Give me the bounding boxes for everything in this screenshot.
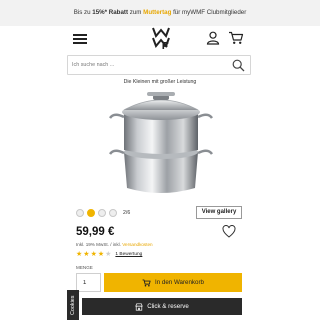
- tax-info: Inkl. 19% MwSt. / inkl. Versandkosten: [76, 242, 153, 247]
- promo-middle: zum: [128, 9, 144, 16]
- star-empty-icon: ★: [105, 251, 112, 258]
- promo-occasion: Muttertag: [143, 9, 172, 16]
- cart-icon[interactable]: [228, 31, 244, 45]
- star-icon: ★: [76, 251, 83, 258]
- promo-suffix: für myWMF Clubmitglieder: [171, 9, 247, 16]
- quantity-field[interactable]: [76, 273, 101, 292]
- color-swatch-selected[interactable]: [87, 209, 95, 217]
- hamburger-icon[interactable]: [73, 34, 87, 44]
- search-input[interactable]: [72, 59, 222, 71]
- star-icon: ★: [97, 251, 105, 258]
- star-icon: ★: [83, 251, 90, 258]
- search-bar: [67, 55, 251, 75]
- shipping-cost-link[interactable]: Versandkosten: [122, 242, 152, 247]
- add-to-cart-label: In den Warenkorb: [155, 279, 204, 286]
- heart-icon[interactable]: [222, 225, 236, 238]
- promo-discount: 15%* Rabatt: [92, 9, 129, 16]
- star-icon: ★: [90, 251, 97, 258]
- site-header: [0, 26, 320, 52]
- user-icon[interactable]: [206, 31, 220, 45]
- steamer-pot-image[interactable]: [102, 86, 220, 200]
- store-icon: [135, 302, 143, 311]
- search-icon[interactable]: [232, 59, 245, 72]
- promo-banner[interactable]: Bis zu 15%* Rabatt zum Muttertag für myW…: [0, 0, 320, 26]
- wmf-logo[interactable]: [152, 26, 170, 50]
- add-to-cart-button[interactable]: In den Warenkorb: [104, 273, 242, 292]
- color-swatch[interactable]: [76, 209, 84, 217]
- promo-prefix: Bis zu: [73, 9, 93, 16]
- click-and-reserve-button[interactable]: Click & reserve: [82, 298, 242, 315]
- tax-prefix: Inkl. 19% MwSt. / inkl.: [76, 242, 123, 247]
- product-price: 59,99 €: [76, 226, 115, 238]
- color-swatch[interactable]: [109, 209, 117, 217]
- quantity-label: MENGE: [76, 265, 93, 270]
- click-and-reserve-label: Click & reserve: [147, 303, 189, 310]
- view-gallery-button[interactable]: View gallery: [196, 206, 242, 219]
- product-tagline: Die Kleinen mit großer Leistung: [123, 79, 197, 85]
- cart-icon: [142, 278, 151, 286]
- review-link[interactable]: 1 Bewertung: [115, 252, 142, 257]
- rating-stars: ★ ★ ★ ★ ★ 1 Bewertung: [76, 251, 142, 258]
- cookies-tab[interactable]: Cookies: [67, 290, 79, 320]
- color-swatch[interactable]: [98, 209, 106, 217]
- swatch-count: 2/6: [123, 210, 131, 216]
- color-swatches: 2/6: [76, 208, 130, 218]
